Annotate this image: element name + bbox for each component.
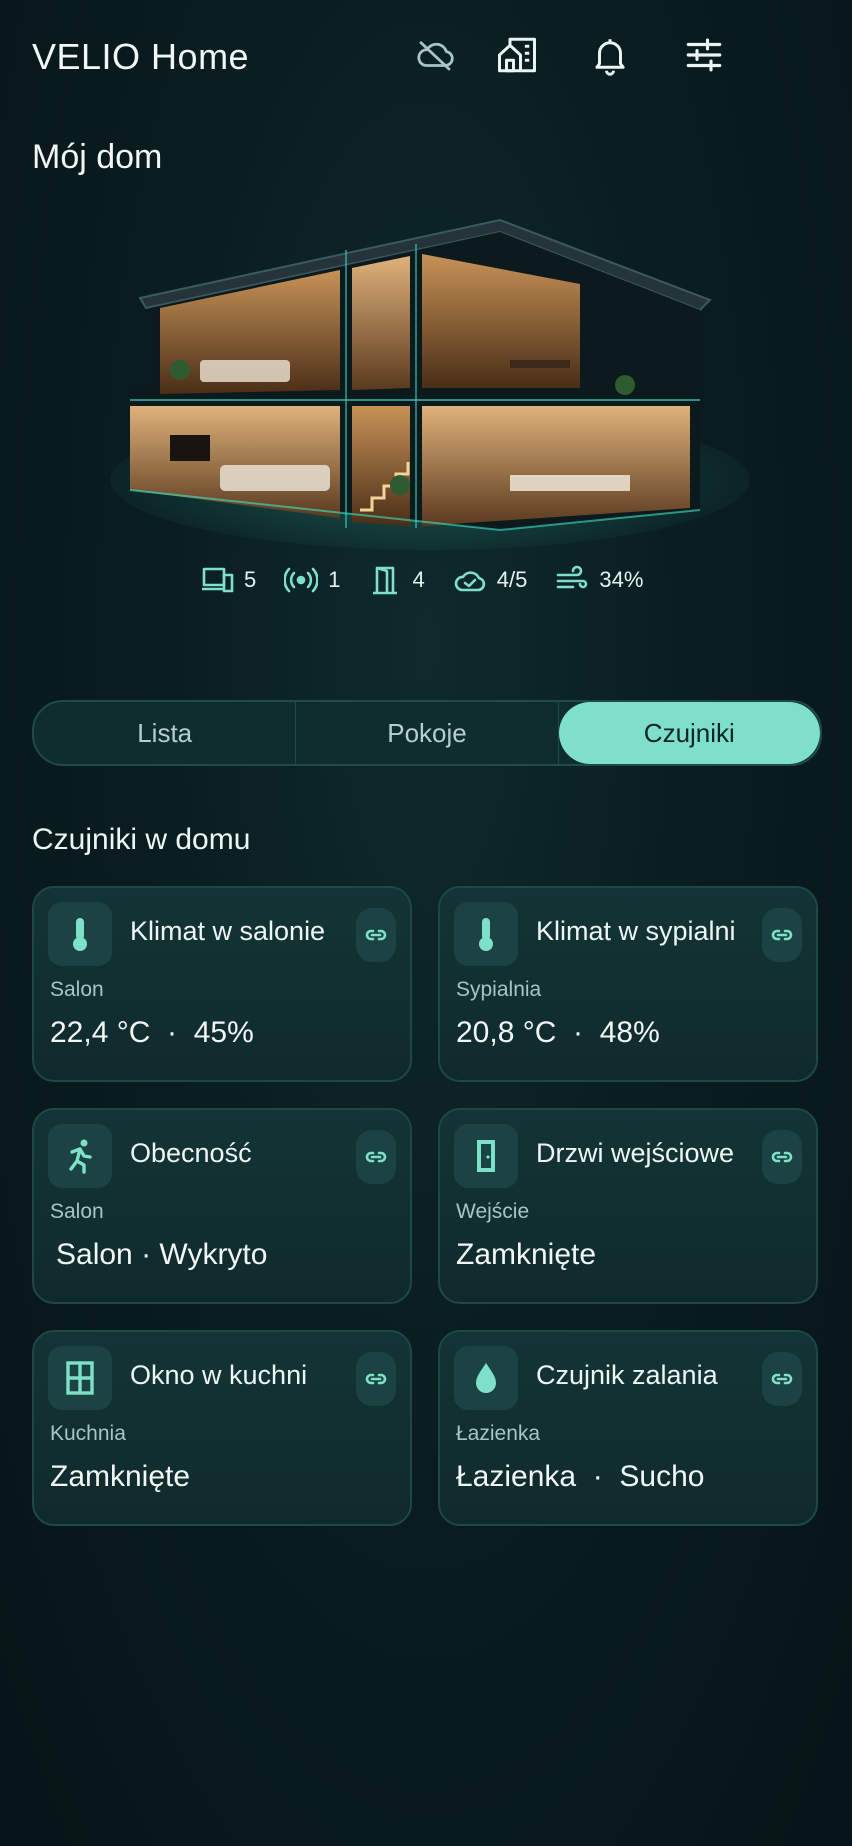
sensor-card-okno[interactable]: Okno w kuchni Kuchnia Zamknięte [32, 1330, 412, 1526]
thermometer-icon [454, 902, 518, 966]
sensor-name: Obecność [130, 1138, 252, 1168]
sensor-room: Salon [50, 1200, 104, 1223]
stat-humidity: 34% [555, 565, 643, 595]
cloud-check-icon [454, 571, 485, 592]
link-icon[interactable] [762, 1130, 802, 1184]
sensor-card-klimat-sypialnia[interactable]: Klimat w sypialni Sypialnia 20,8 °C · 48… [438, 886, 818, 1082]
sensor-value: 22,4 °C · 45% [50, 1016, 254, 1049]
sensor-card-drzwi[interactable]: Drzwi wejściowe Wejście Zamknięte [438, 1108, 818, 1304]
house-illustration [110, 218, 750, 550]
broadcast-icon [284, 567, 319, 593]
tab-pokoje[interactable]: Pokoje [296, 702, 559, 764]
stat-devices: 5 [200, 565, 256, 595]
sensor-card-obecnosc[interactable]: Obecność Salon Salon · Wykryto [32, 1108, 412, 1304]
link-icon[interactable] [762, 908, 802, 962]
person-running-icon [48, 1124, 112, 1188]
sensor-name: Czujnik zalania [536, 1360, 718, 1390]
sensor-room: Kuchnia [50, 1422, 126, 1445]
stat-doors-value: 4 [412, 567, 425, 592]
stat-humidity-value: 34% [599, 567, 644, 592]
thermometer-icon [48, 902, 112, 966]
sliders-icon[interactable] [681, 32, 727, 78]
wind-icon [557, 565, 588, 589]
sensor-name: Okno w kuchni [130, 1360, 308, 1390]
sensor-room: Salon [50, 978, 104, 1001]
devices-icon [202, 567, 234, 593]
sensor-value: Łazienka · Sucho [456, 1460, 705, 1493]
sensor-card-zalanie[interactable]: Czujnik zalania Łazienka Łazienka · Such… [438, 1330, 818, 1526]
link-icon[interactable] [356, 1352, 396, 1406]
home-building-icon[interactable] [494, 32, 540, 78]
link-icon[interactable] [356, 1130, 396, 1184]
sensor-value: 20,8 °C · 48% [456, 1016, 660, 1049]
link-icon[interactable] [356, 908, 396, 962]
sensor-value: Salon · Wykryto [56, 1238, 268, 1271]
sensor-name: Klimat w salonie [130, 916, 326, 946]
cloud-off-icon[interactable] [412, 32, 458, 78]
sensor-card-klimat-salon[interactable]: Klimat w salonie Salon 22,4 °C · 45% [32, 886, 412, 1082]
sensor-value: Zamknięte [50, 1460, 191, 1493]
app-title: VELIO Home [32, 36, 250, 77]
app-header: VELIO Home [32, 28, 820, 84]
stat-broadcast: 1 [284, 565, 341, 595]
stat-devices-value: 5 [244, 567, 257, 592]
section-title: Czujniki w domu [32, 823, 251, 856]
view-tabs: Lista Pokoje Czujniki [32, 700, 822, 766]
sensor-room: Łazienka [456, 1422, 541, 1445]
house-stats: 5 1 4 4/5 34% [200, 562, 643, 598]
tab-czujniki[interactable]: Czujniki [558, 702, 820, 764]
stat-doors: 4 [369, 565, 425, 595]
sensor-room: Wejście [456, 1200, 530, 1223]
sensor-room: Sypialnia [456, 978, 542, 1001]
stat-broadcast-value: 1 [328, 567, 341, 592]
stat-cloud-value: 4/5 [496, 567, 528, 592]
water-drop-icon [454, 1346, 518, 1410]
link-icon[interactable] [762, 1352, 802, 1406]
door-icon [454, 1124, 518, 1188]
page-title: Mój dom [32, 138, 163, 176]
sensor-value: Zamknięte [456, 1238, 597, 1271]
door-icon [372, 566, 397, 595]
window-icon [48, 1346, 112, 1410]
sensor-name: Drzwi wejściowe [536, 1138, 735, 1168]
tab-lista[interactable]: Lista [34, 702, 297, 764]
stat-cloud: 4/5 [453, 565, 528, 595]
sensor-name: Klimat w sypialni [536, 916, 736, 946]
bell-icon[interactable] [587, 32, 633, 78]
